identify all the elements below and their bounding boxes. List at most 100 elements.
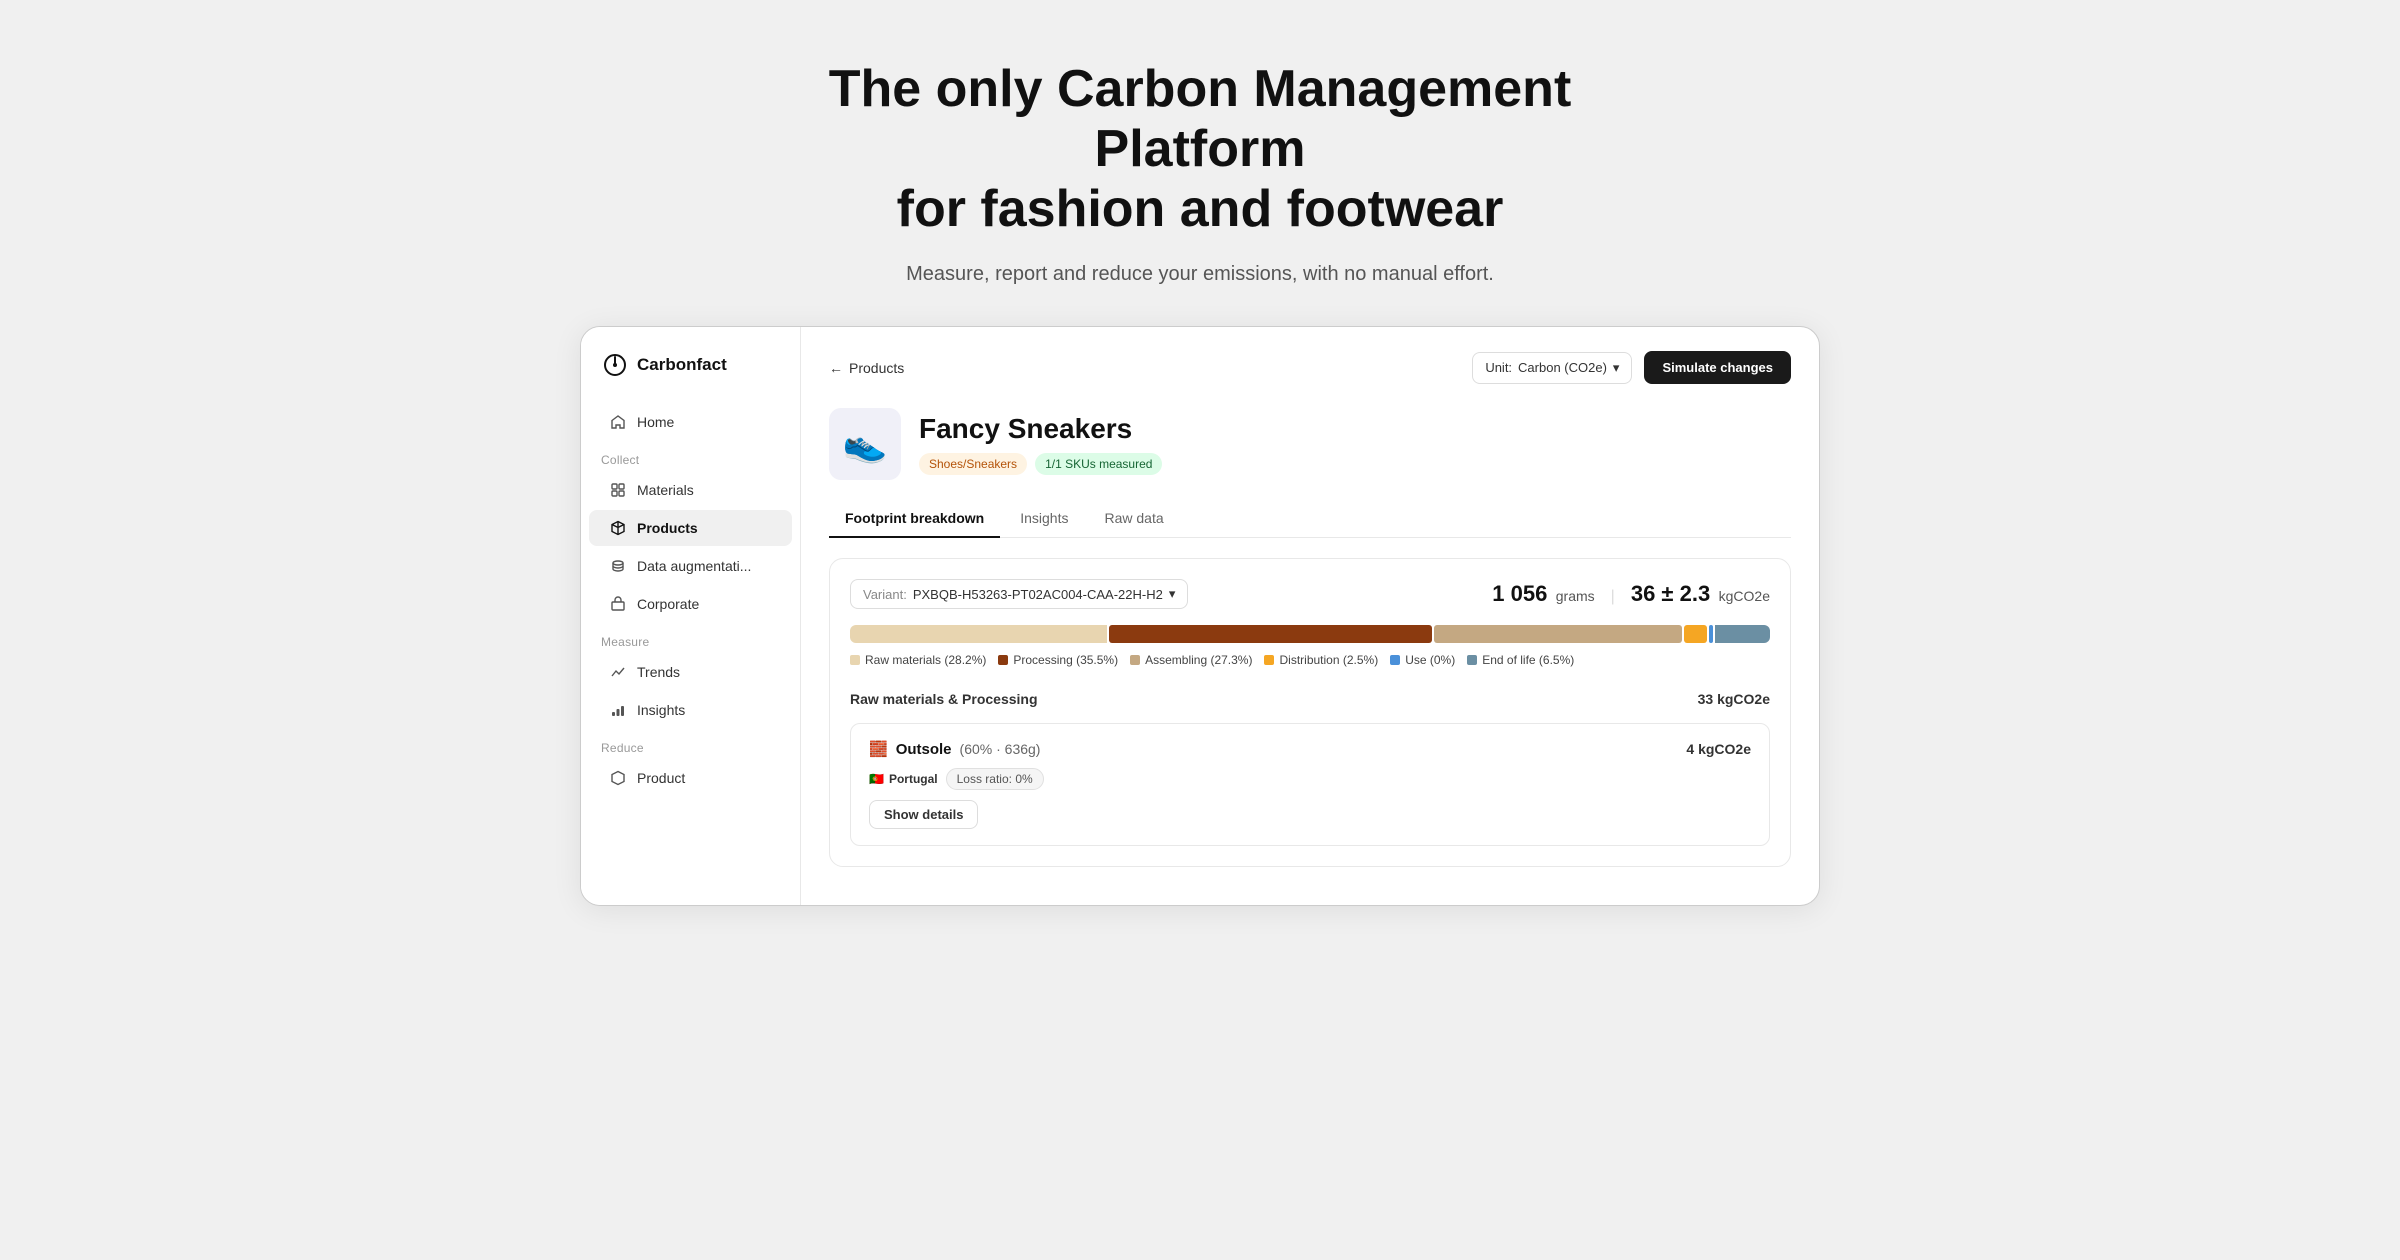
product-image: 👟: [829, 408, 901, 480]
back-to-products[interactable]: ← Products: [829, 360, 904, 376]
simulate-changes-button[interactable]: Simulate changes: [1644, 351, 1791, 384]
tabs: Footprint breakdown Insights Raw data: [829, 500, 1791, 538]
data-augmentation-label: Data augmentati...: [637, 558, 751, 574]
sidebar-item-products[interactable]: Products: [589, 510, 792, 546]
variant-value: PXBQB-H53263-PT02AC004-CAA-22H-H2: [913, 587, 1163, 602]
bar-end-of-life: [1715, 625, 1770, 643]
trends-label: Trends: [637, 664, 680, 680]
sidebar-item-corporate[interactable]: Corporate: [589, 586, 792, 622]
section-label-collect: Collect: [581, 441, 800, 471]
unit-chevron-icon: ▾: [1613, 360, 1620, 376]
products-label: Products: [637, 520, 698, 536]
product-header: 👟 Fancy Sneakers Shoes/Sneakers 1/1 SKUs…: [829, 408, 1791, 480]
section-value: 33 kgCO2e: [1698, 691, 1770, 707]
legend-label-raw-materials: Raw materials (28.2%): [865, 653, 986, 667]
legend-dot-raw-materials: [850, 655, 860, 665]
legend-end-of-life: End of life (6.5%): [1467, 653, 1574, 667]
legend-processing: Processing (35.5%): [998, 653, 1118, 667]
sidebar-item-insights[interactable]: Insights: [589, 692, 792, 728]
variant-label: Variant:: [863, 587, 907, 602]
topbar-right: Unit: Carbon (CO2e) ▾ Simulate changes: [1472, 351, 1791, 384]
products-icon: [609, 519, 627, 537]
separator: |: [1611, 588, 1615, 606]
bar-raw-materials: [850, 625, 1107, 643]
brand-name: Carbonfact: [637, 355, 727, 375]
home-icon: [609, 413, 627, 431]
section-title: Raw materials & Processing: [850, 691, 1038, 707]
co2-unit: kgCO2e: [1719, 588, 1770, 604]
country-flag: 🇵🇹: [869, 772, 884, 786]
hero-section: The only Carbon Management Platform for …: [750, 40, 1650, 326]
back-label: Products: [849, 360, 904, 376]
tab-raw-data[interactable]: Raw data: [1088, 500, 1179, 538]
materials-label: Materials: [637, 482, 694, 498]
hero-title-line1: The only Carbon Management Platform: [829, 60, 1572, 178]
carbonfact-logo-icon: [601, 351, 629, 379]
product-info: Fancy Sneakers Shoes/Sneakers 1/1 SKUs m…: [919, 413, 1162, 475]
bar-assembling: [1434, 625, 1682, 643]
bar-distribution: [1684, 625, 1707, 643]
bar-legend: Raw materials (28.2%) Processing (35.5%)…: [850, 653, 1770, 667]
outsole-icon: 🧱: [869, 740, 888, 758]
trends-icon: [609, 663, 627, 681]
unit-label: Unit:: [1485, 360, 1512, 375]
stacked-bar: [850, 625, 1770, 643]
product-reduce-icon: [609, 769, 627, 787]
legend-label-assembling: Assembling (27.3%): [1145, 653, 1252, 667]
main-content: ← Products Unit: Carbon (CO2e) ▾ Simulat…: [801, 327, 1819, 905]
legend-label-eol: End of life (6.5%): [1482, 653, 1574, 667]
app-container: Carbonfact Home Collect Materials: [580, 326, 1820, 906]
legend-raw-materials: Raw materials (28.2%): [850, 653, 986, 667]
outsole-card: 🧱 Outsole (60% · 636g) 4 kgCO2e 🇵🇹 Portu…: [850, 723, 1770, 846]
outsole-title: 🧱 Outsole (60% · 636g): [869, 740, 1040, 758]
co2-display: 36 ± 2.3 kgCO2e: [1631, 581, 1770, 607]
insights-icon: [609, 701, 627, 719]
section-label-reduce: Reduce: [581, 729, 800, 759]
sidebar-item-product[interactable]: Product: [589, 760, 792, 796]
legend-dot-distribution: [1264, 655, 1274, 665]
outsole-subtitle: (60% · 636g): [960, 741, 1041, 757]
legend-dot-use: [1390, 655, 1400, 665]
weight-unit: grams: [1556, 588, 1595, 604]
tab-insights[interactable]: Insights: [1004, 500, 1084, 538]
tab-footprint[interactable]: Footprint breakdown: [829, 500, 1000, 538]
home-label: Home: [637, 414, 674, 430]
legend-label-processing: Processing (35.5%): [1013, 653, 1118, 667]
sidebar-item-trends[interactable]: Trends: [589, 654, 792, 690]
topbar: ← Products Unit: Carbon (CO2e) ▾ Simulat…: [829, 351, 1791, 384]
sidebar-item-materials[interactable]: Materials: [589, 472, 792, 508]
country-name: Portugal: [889, 772, 938, 786]
variant-selector[interactable]: Variant: PXBQB-H53263-PT02AC004-CAA-22H-…: [850, 579, 1188, 609]
outsole-tags: 🇵🇹 Portugal Loss ratio: 0%: [869, 768, 1751, 790]
sidebar-item-data-augmentation[interactable]: Data augmentati...: [589, 548, 792, 584]
section-row-raw-processing: Raw materials & Processing 33 kgCO2e: [850, 683, 1770, 715]
back-arrow-icon: ←: [829, 360, 843, 376]
co2-value: 36 ± 2.3: [1631, 581, 1710, 606]
weight-co2-display: 1 056 grams | 36 ± 2.3 kgCO2e: [1492, 581, 1770, 607]
legend-assembling: Assembling (27.3%): [1130, 653, 1252, 667]
country-tag: 🇵🇹 Portugal: [869, 772, 938, 786]
weight-value: 1 056: [1492, 581, 1547, 606]
unit-selector[interactable]: Unit: Carbon (CO2e) ▾: [1472, 352, 1632, 384]
materials-icon: [609, 481, 627, 499]
insights-label: Insights: [637, 702, 685, 718]
section-label-measure: Measure: [581, 623, 800, 653]
sku-tag: 1/1 SKUs measured: [1035, 453, 1162, 475]
show-details-button[interactable]: Show details: [869, 800, 978, 829]
variant-chevron-icon: ▾: [1169, 586, 1176, 602]
hero-title-line2: for fashion and footwear: [897, 180, 1504, 238]
hero-subtitle: Measure, report and reduce your emission…: [770, 263, 1630, 286]
product-name: Fancy Sneakers: [919, 413, 1162, 445]
outsole-name: Outsole: [896, 741, 952, 758]
legend-distribution: Distribution (2.5%): [1264, 653, 1378, 667]
category-tag: Shoes/Sneakers: [919, 453, 1027, 475]
sidebar-item-home[interactable]: Home: [589, 404, 792, 440]
legend-label-distribution: Distribution (2.5%): [1279, 653, 1378, 667]
hero-title: The only Carbon Management Platform for …: [770, 60, 1630, 239]
legend-dot-processing: [998, 655, 1008, 665]
legend-use: Use (0%): [1390, 653, 1455, 667]
product-emoji: 👟: [843, 423, 888, 465]
sidebar: Carbonfact Home Collect Materials: [581, 327, 801, 905]
corporate-label: Corporate: [637, 596, 699, 612]
sidebar-logo: Carbonfact: [581, 351, 800, 403]
